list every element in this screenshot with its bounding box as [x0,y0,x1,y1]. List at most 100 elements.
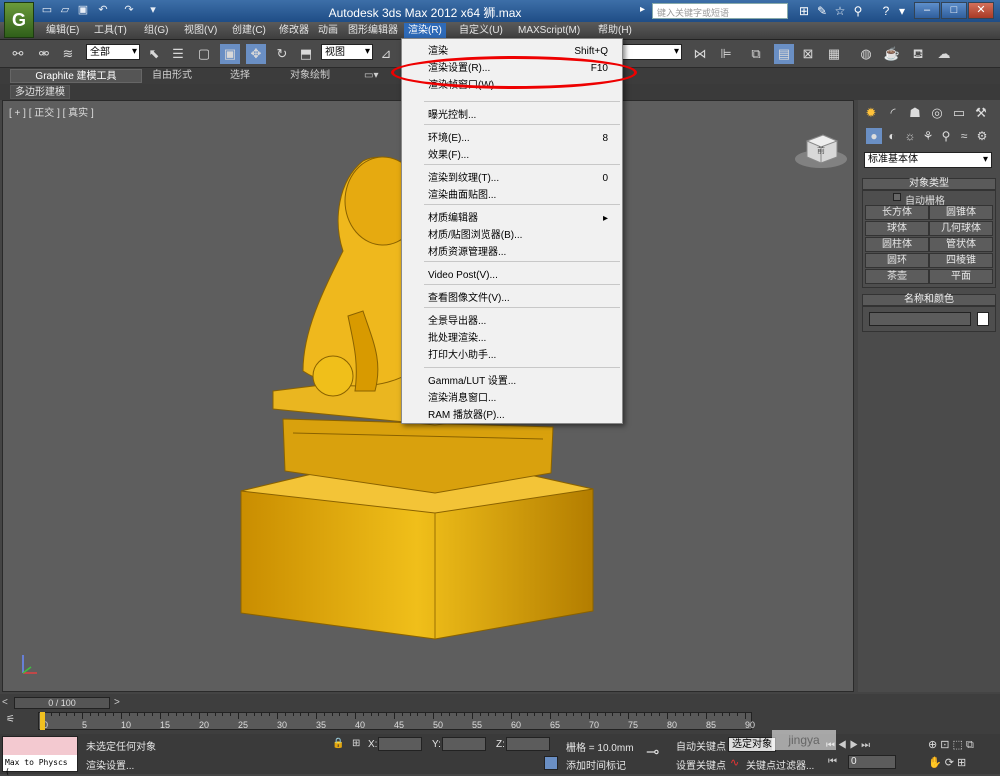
plane-button[interactable]: 平面 [929,269,993,284]
unlink-icon[interactable]: ⚮ [34,44,54,64]
selection-filter-dropdown[interactable]: 全部 [86,44,140,60]
z-coordinate-field[interactable] [506,737,550,751]
menu-rendering[interactable]: 渲染(R) [404,23,446,39]
pivot-icon[interactable]: ⊿ [376,44,396,64]
move-icon[interactable]: ✥ [246,44,266,64]
new-file-icon[interactable]: ▭ [40,3,54,17]
select-object-icon[interactable]: ⬉ [144,44,164,64]
menu-animation[interactable]: 动画 [314,23,342,39]
menu-item-gamma-lut-setup[interactable]: Gamma/LUT 设置... [402,373,622,390]
frame-marker[interactable] [40,712,45,730]
redo-icon[interactable]: ↷ [122,3,136,17]
menu-item-material-editor[interactable]: 材质编辑器 ▸ [402,210,622,227]
menu-item-exposure-control[interactable]: 曝光控制... [402,107,622,124]
menu-create[interactable]: 创建(C) [228,23,270,39]
object-color-swatch[interactable] [977,312,989,326]
search-input[interactable]: 键入关键字或短语 [652,3,788,19]
sphere-button[interactable]: 球体 [865,221,929,236]
rotate-icon[interactable]: ↻ [272,44,292,64]
undo-icon[interactable]: ↶ [96,3,110,17]
menu-item-ram-player[interactable]: RAM 播放器(P)... [402,407,622,424]
menu-item-batch-render[interactable]: 批处理渲染... [402,330,622,347]
align-icon[interactable]: ⊫ [716,44,736,64]
teapot-button[interactable]: 茶壶 [865,269,929,284]
lights-icon[interactable]: ☼ [902,128,918,144]
motion-tab-icon[interactable]: ◎ [928,104,946,122]
layer-manager-icon[interactable]: ⧉ [746,44,766,64]
link-icon[interactable]: ⚯ [8,44,28,64]
tab-selection[interactable]: 选择 [224,69,256,83]
menu-item-view-image-file[interactable]: 查看图像文件(V)... [402,290,622,307]
lock-icon[interactable]: 🔒 [332,738,344,749]
named-selection-dropdown[interactable] [618,44,682,60]
modify-tab-icon[interactable]: ◜ [884,104,902,122]
key-filters-button[interactable]: 关键点过滤器... [746,757,814,772]
menu-maxscript[interactable]: MAXScript(M) [514,23,584,39]
geometry-icon[interactable]: ● [866,128,882,144]
render-production-icon[interactable]: ☁ [934,44,954,64]
menu-item-video-post[interactable]: Video Post(V)... [402,267,622,284]
tools-icon[interactable]: ✎ [814,3,830,19]
time-slider-left-arrow-icon[interactable]: < [2,697,8,708]
close-button[interactable]: ✕ [968,2,994,19]
scale-icon[interactable]: ⬒ [296,44,316,64]
reference-coord-dropdown[interactable]: 视图 [321,44,373,60]
menu-graph-editors[interactable]: 图形编辑器 [344,23,402,39]
hierarchy-tab-icon[interactable]: ☗ [906,104,924,122]
viewport-nav-controls[interactable]: ⊕ ⊡ ⬚ ⧉ [928,738,974,752]
rendered-frame-icon[interactable]: ⛾ [908,44,928,64]
binoculars-icon[interactable]: ⊞ [796,3,812,19]
ribbon-options-icon[interactable]: ▭▾ [358,69,384,83]
absolute-mode-icon[interactable]: ⊞ [352,738,360,749]
mirror-icon[interactable]: ⋈ [690,44,710,64]
help-dropdown-icon[interactable]: ▾ [894,3,910,19]
window-crossing-icon[interactable]: ▣ [220,44,240,64]
utilities-tab-icon[interactable]: ⚒ [972,104,990,122]
torus-button[interactable]: 圆环 [865,253,929,268]
schematic-view-icon[interactable]: ▦ [824,44,844,64]
time-slider[interactable]: 0 / 100 [14,697,110,709]
box-button[interactable]: 长方体 [865,205,929,220]
track-bar[interactable]: 0 5 10 15 20 25 30 35 40 45 50 55 60 65 70 75 80 85 90 [38,712,755,730]
menu-item-render-message-window[interactable]: 渲染消息窗口... [402,390,622,407]
cameras-icon[interactable]: ⚘ [920,128,936,144]
auto-key-button[interactable]: 自动关键点 [676,738,726,753]
y-coordinate-field[interactable] [442,737,486,751]
rect-selection-icon[interactable]: ▢ [194,44,214,64]
material-editor-icon[interactable]: ◍ [856,44,876,64]
menu-modifiers[interactable]: 修改器 [275,23,313,39]
x-coordinate-field[interactable] [378,737,422,751]
display-tab-icon[interactable]: ▭ [950,104,968,122]
bind-space-warp-icon[interactable]: ≋ [58,44,78,64]
menu-item-material-explorer[interactable]: 材质资源管理器... [402,244,622,261]
current-frame-field[interactable]: 0 [848,755,896,769]
star-icon[interactable]: ☆ [832,3,848,19]
go-to-start-icon[interactable]: ⏮ [828,756,837,767]
time-tag-icon[interactable] [544,756,558,770]
help-icon[interactable]: ? [878,3,894,19]
menu-item-effects[interactable]: 效果(F)... [402,147,622,164]
helpers-icon[interactable]: ⚲ [938,128,954,144]
autogrid-checkbox[interactable] [893,193,901,201]
tab-graphite-modeling[interactable]: Graphite 建模工具 [10,69,142,83]
menu-group[interactable]: 组(G) [140,23,172,39]
cylinder-button[interactable]: 圆柱体 [865,237,929,252]
viewport-nav-controls-2[interactable]: ✋ ⟳ ⊞ [928,756,966,769]
geosphere-button[interactable]: 几何球体 [929,221,993,236]
curve-editor-icon[interactable]: ⊠ [798,44,818,64]
tab-object-paint[interactable]: 对象绘制 [284,69,336,83]
object-name-input[interactable] [869,312,971,326]
pyramid-button[interactable]: 四棱锥 [929,253,993,268]
tube-button[interactable]: 管状体 [929,237,993,252]
menu-tools[interactable]: 工具(T) [90,23,131,39]
open-file-icon[interactable]: ▱ [58,3,72,17]
maxscript-listener[interactable]: Max to Physcs ( [2,736,78,776]
save-icon[interactable]: ▣ [76,3,90,17]
maxscript-mini-listener[interactable] [3,737,77,755]
object-type-rollout-header[interactable]: 对象类型 [862,178,996,190]
search-arrow-icon[interactable]: ▸ [640,4,645,15]
shapes-icon[interactable]: ◐ [884,128,900,144]
set-key-button[interactable]: 设置关键点 [676,757,726,772]
category-dropdown[interactable]: 标准基本体 [864,152,992,168]
key-filter-icon[interactable]: ∿ [730,756,739,769]
